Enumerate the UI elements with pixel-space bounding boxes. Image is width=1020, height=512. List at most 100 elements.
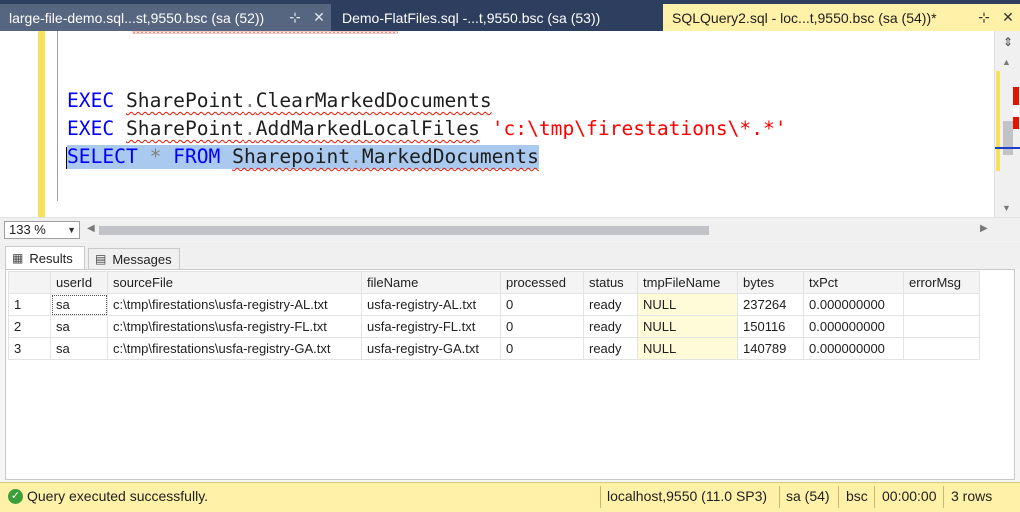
tab-results-label: Results [29, 250, 73, 266]
cell-sourcefile[interactable]: c:\tmp\firestations\usfa-registry-AL.txt [107, 293, 362, 316]
code-line-3-selected[interactable]: SELECT * FROM Sharepoint.MarkedDocuments [67, 145, 539, 169]
corner-cell[interactable] [8, 271, 51, 294]
cell-filename[interactable]: usfa-registry-FL.txt [361, 315, 501, 338]
cell-errormsg[interactable] [903, 337, 980, 360]
cell-bytes[interactable]: 237264 [737, 293, 804, 316]
dot: . [350, 145, 362, 168]
scroll-left-icon[interactable]: ◀ [87, 223, 95, 234]
grid-icon: ▦ [12, 251, 24, 265]
cell-userid[interactable]: sa [50, 315, 108, 338]
zoom-value: 133 % [9, 222, 46, 237]
cell-sourcefile[interactable]: c:\tmp\firestations\usfa-registry-FL.txt [107, 315, 362, 338]
close-icon[interactable]: ✕ [996, 9, 1020, 26]
pin-icon[interactable]: ⊹ [283, 9, 307, 26]
column-header[interactable]: sourceFile [107, 271, 362, 294]
tab-sqlquery2[interactable]: SQLQuery2.sql - loc...t,9550.bsc (sa (54… [663, 4, 1020, 31]
star-operator: * [149, 145, 162, 168]
column-header[interactable]: txPct [803, 271, 904, 294]
table-row[interactable]: 1 sa c:\tmp\firestations\usfa-registry-A… [8, 293, 980, 316]
glyph-margin [0, 31, 36, 217]
horizontal-scroll-thumb[interactable] [99, 226, 709, 235]
error-marker [1013, 117, 1019, 129]
column-header[interactable]: status [583, 271, 638, 294]
keyword: EXEC [67, 117, 115, 140]
cell-processed[interactable]: 0 [500, 293, 584, 316]
schema-name: SharePoint [125, 117, 244, 140]
table-row[interactable]: 2 sa c:\tmp\firestations\usfa-registry-F… [8, 315, 980, 338]
document-tab-strip: large-file-demo.sql...st,9550.bsc (sa (5… [0, 0, 1020, 31]
column-header[interactable]: processed [500, 271, 584, 294]
divider [874, 486, 875, 508]
row-number[interactable]: 1 [8, 293, 51, 316]
caret-position-marker [995, 147, 1020, 149]
scroll-up-icon[interactable]: ▲ [1002, 57, 1011, 67]
tab-messages-label: Messages [112, 251, 172, 267]
cell-txpct[interactable]: 0.000000000 [803, 337, 904, 360]
procedure-name: ClearMarkedDocuments [255, 89, 492, 112]
query-editor[interactable]: EXEC SharePoint.ClearMarkedDocuments EXE… [0, 31, 994, 217]
cell-status[interactable]: ready [583, 293, 638, 316]
cell-txpct[interactable]: 0.000000000 [803, 293, 904, 316]
divider [600, 486, 601, 508]
scroll-down-icon[interactable]: ▼ [1002, 203, 1011, 213]
schema-name: Sharepoint [232, 145, 351, 168]
cell-tmpfilename[interactable]: NULL [637, 293, 738, 316]
cell-processed[interactable]: 0 [500, 337, 584, 360]
scroll-thumb[interactable] [1003, 121, 1013, 155]
status-rows: 3 rows [951, 488, 993, 504]
status-user: sa (54) [786, 488, 830, 504]
column-header[interactable]: tmpFileName [637, 271, 738, 294]
header-row: userId sourceFile fileName processed sta… [8, 271, 980, 294]
cell-status[interactable]: ready [583, 337, 638, 360]
outlining-guide [57, 31, 58, 201]
cell-tmpfilename[interactable]: NULL [637, 337, 738, 360]
chevron-down-icon[interactable]: ▼ [67, 222, 76, 238]
cell-sourcefile[interactable]: c:\tmp\firestations\usfa-registry-GA.txt [107, 337, 362, 360]
pin-icon[interactable]: ⊹ [972, 9, 996, 26]
tab-title: SQLQuery2.sql - loc...t,9550.bsc (sa (54… [672, 9, 937, 26]
status-database: bsc [846, 488, 868, 504]
row-number[interactable]: 3 [8, 337, 51, 360]
success-check-icon: ✓ [8, 489, 23, 504]
cell-tmpfilename[interactable]: NULL [637, 315, 738, 338]
cell-bytes[interactable]: 150116 [737, 315, 804, 338]
results-grid[interactable]: userId sourceFile fileName processed sta… [5, 269, 1015, 480]
close-icon[interactable]: ✕ [307, 9, 331, 26]
cell-txpct[interactable]: 0.000000000 [803, 315, 904, 338]
cell-status[interactable]: ready [583, 315, 638, 338]
error-marker [1013, 87, 1019, 105]
procedure-name: AddMarkedLocalFiles [255, 117, 480, 140]
column-header[interactable]: userId [50, 271, 108, 294]
cell-bytes[interactable]: 140789 [737, 337, 804, 360]
keyword: EXEC [67, 89, 115, 112]
code-line-2[interactable]: EXEC SharePoint.AddMarkedLocalFiles 'c:\… [67, 117, 787, 141]
cell-errormsg[interactable] [903, 293, 980, 316]
tab-large-file-demo[interactable]: large-file-demo.sql...st,9550.bsc (sa (5… [0, 4, 331, 31]
table-row[interactable]: 3 sa c:\tmp\firestations\usfa-registry-G… [8, 337, 980, 360]
column-header[interactable]: bytes [737, 271, 804, 294]
status-bar: ✓ Query executed successfully. localhost… [0, 482, 1020, 512]
tab-messages[interactable]: ▤ Messages [88, 248, 180, 269]
cell-errormsg[interactable] [903, 315, 980, 338]
split-icon[interactable]: ⇕ [999, 35, 1017, 51]
tab-results[interactable]: ▦ Results [5, 246, 85, 269]
editor-footer: 133 % ▼ ◀ ▶ [0, 217, 1020, 241]
cell-userid[interactable]: sa [50, 293, 108, 316]
cell-filename[interactable]: usfa-registry-AL.txt [361, 293, 501, 316]
cell-userid[interactable]: sa [50, 337, 108, 360]
row-number[interactable]: 2 [8, 315, 51, 338]
dot: . [243, 89, 256, 112]
tab-demo-flatfiles[interactable]: Demo-FlatFiles.sql -...t,9550.bsc (sa (5… [333, 4, 661, 31]
cell-filename[interactable]: usfa-registry-GA.txt [361, 337, 501, 360]
scroll-right-icon[interactable]: ▶ [980, 223, 988, 234]
editor-vertical-scrollbar[interactable]: ⇕ ▲ ▼ [994, 31, 1020, 217]
divider [779, 486, 780, 508]
code-line-1[interactable]: EXEC SharePoint.ClearMarkedDocuments [67, 89, 492, 113]
keyword: FROM [173, 145, 221, 168]
cell-processed[interactable]: 0 [500, 315, 584, 338]
zoom-dropdown[interactable]: 133 % ▼ [4, 221, 80, 239]
column-header[interactable]: errorMsg [903, 271, 980, 294]
text-caret [66, 147, 67, 169]
change-marker [996, 71, 1000, 171]
column-header[interactable]: fileName [361, 271, 501, 294]
